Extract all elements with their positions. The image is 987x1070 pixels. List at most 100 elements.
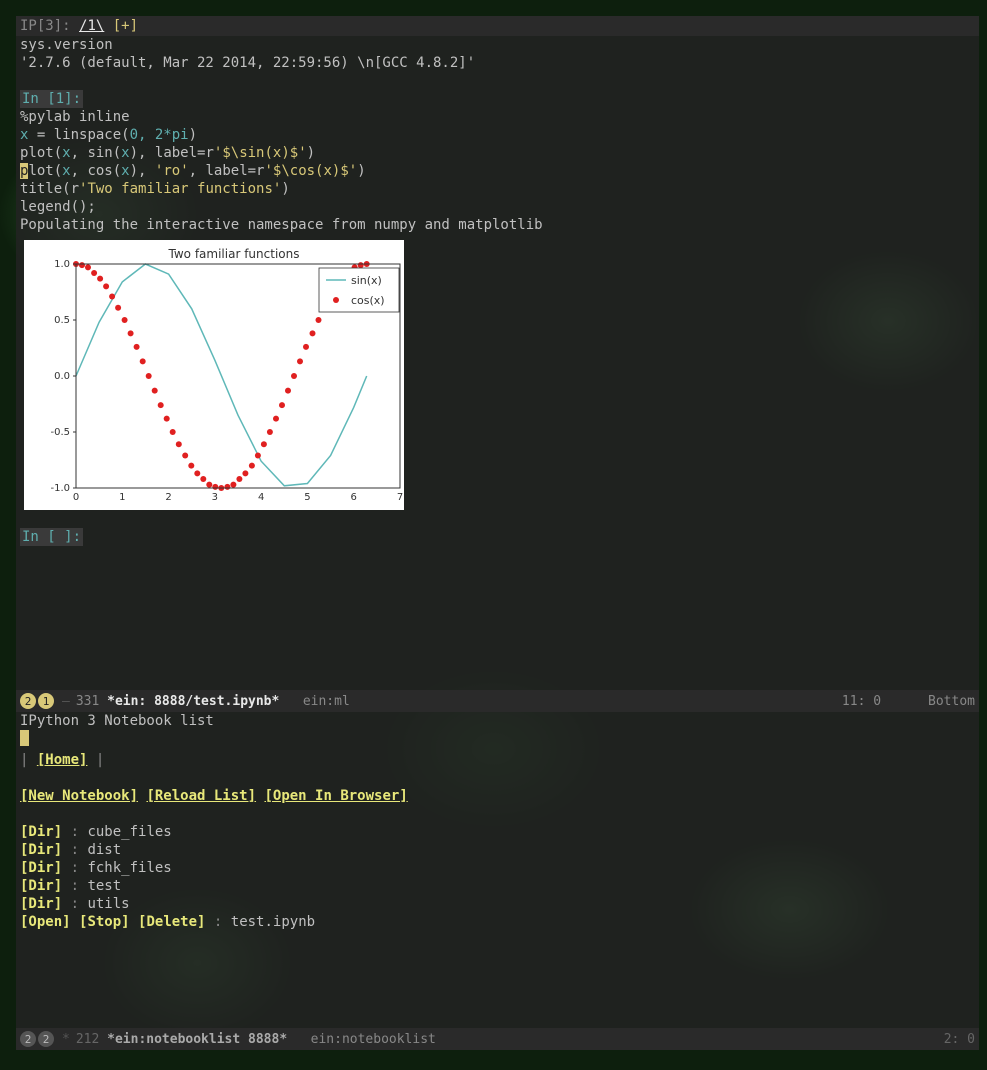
cos-point (97, 276, 103, 282)
cos-point (176, 441, 182, 447)
cos-point (249, 463, 255, 469)
x-tick: 0 (73, 492, 79, 503)
x-tick: 3 (212, 492, 218, 503)
cell1-code-l4[interactable]: plot(x, cos(x), 'ro', label=r'$\cos(x)$'… (20, 162, 975, 180)
cos-point (85, 264, 91, 270)
nblist-dir-row[interactable]: [Dir] : fchk_files (20, 859, 975, 877)
nblist-file-open[interactable]: [Open] (20, 914, 71, 930)
nblist-dir-name: cube_files (87, 824, 171, 840)
cos-point (188, 463, 194, 469)
cos-point (285, 388, 291, 394)
cos-point (255, 453, 261, 459)
worksheet-add-tab[interactable]: [+] (113, 18, 138, 34)
cell1-code-l2[interactable]: x = linspace(0, 2*pi) (20, 126, 975, 144)
cos-point (164, 416, 170, 422)
modeline-bottom: 2 2 * 212 *ein:notebooklist 8888* ein:no… (16, 1028, 979, 1050)
nblist-dir-name: fchk_files (87, 860, 171, 876)
cos-point (140, 358, 146, 364)
nblist-dir-label[interactable]: [Dir] (20, 860, 62, 876)
nblist-file-delete[interactable]: [Delete] (138, 914, 205, 930)
nblist-dir-row[interactable]: [Dir] : dist (20, 841, 975, 859)
cos-point (267, 429, 273, 435)
x-tick: 1 (119, 492, 125, 503)
modeline2-pos: 2: 0 (944, 1032, 975, 1047)
y-tick: -1.0 (50, 483, 70, 494)
cos-point (158, 402, 164, 408)
cos-point (242, 470, 248, 476)
nblist-dir-name: utils (87, 896, 129, 912)
cos-point (152, 388, 158, 394)
x-tick: 6 (351, 492, 357, 503)
modeline-buffer: *ein: 8888/test.ipynb* (107, 694, 279, 709)
cell1-code-l5[interactable]: title(r'Two familiar functions') (20, 180, 975, 198)
cos-point (273, 416, 279, 422)
cos-point (224, 484, 230, 490)
nblist-dir-row[interactable]: [Dir] : cube_files (20, 823, 975, 841)
cos-point (236, 476, 242, 482)
worksheet-tab-active[interactable]: /1\ (79, 18, 104, 34)
worksheet-tabs: IP[3]: /1\ [+] (16, 16, 979, 36)
cos-point (303, 344, 309, 350)
cos-point (279, 402, 285, 408)
cell1-code-l1[interactable]: %pylab inline (20, 108, 975, 126)
nblist-dir-label[interactable]: [Dir] (20, 896, 62, 912)
chart-output: Two familiar functions 01234567 -1.0-0.5… (24, 240, 404, 510)
nblist-dir-label[interactable]: [Dir] (20, 878, 62, 894)
cos-point (261, 441, 267, 447)
cos-point (200, 476, 206, 482)
cos-point (358, 262, 364, 268)
nblist-dir-name: dist (87, 842, 121, 858)
modeline-scroll: Bottom (928, 694, 975, 709)
nblist-dir-row[interactable]: [Dir] : utils (20, 895, 975, 913)
cell1-prompt: In [1]: (20, 90, 83, 108)
cos-point (291, 373, 297, 379)
cell2-prompt[interactable]: In [ ]: (20, 528, 83, 546)
modeline2-badge2: 2 (38, 1031, 54, 1047)
nblist-reload[interactable]: [Reload List] (146, 788, 256, 804)
modeline-line-no: 331 (76, 694, 99, 709)
legend-sin: sin(x) (351, 274, 382, 287)
modeline-badge1: 2 (20, 693, 36, 709)
nblist-browser[interactable]: [Open In Browser] (264, 788, 407, 804)
chart-title: Two familiar functions (168, 247, 300, 261)
notebook-list-pane[interactable]: IPython 3 Notebook list | [Home] | [New … (16, 712, 979, 1028)
modeline-top: 2 1 — 331 *ein: 8888/test.ipynb* ein:ml … (16, 690, 979, 712)
modeline2-line-no: 212 (76, 1032, 99, 1047)
cos-point (206, 482, 212, 488)
cos-point (194, 470, 200, 476)
cos-point (79, 262, 85, 268)
nblist-dir-row[interactable]: [Dir] : test (20, 877, 975, 895)
nblist-file-name: test.ipynb (231, 914, 315, 930)
nblist-file-stop[interactable]: [Stop] (79, 914, 130, 930)
cell1-code-l3[interactable]: plot(x, sin(x), label=r'$\sin(x)$') (20, 144, 975, 162)
cos-point (109, 294, 115, 300)
modeline-badge2: 1 (38, 693, 54, 709)
cell0-output-line1: sys.version (20, 36, 975, 54)
modeline-mode: ein:ml (303, 694, 350, 709)
legend-cos: cos(x) (351, 294, 385, 307)
chart-legend: sin(x) cos(x) (319, 268, 399, 312)
modeline2-badge1: 2 (20, 1031, 36, 1047)
y-tick: 0.0 (54, 371, 70, 382)
nblist-home[interactable]: [Home] (37, 752, 88, 768)
nblist-heading: IPython 3 Notebook list (20, 712, 975, 730)
cell1-code-l6[interactable]: legend(); (20, 198, 975, 216)
worksheet-prefix: IP[3]: (20, 18, 79, 34)
cell0-output-line2: '2.7.6 (default, Mar 22 2014, 22:59:56) … (20, 54, 975, 72)
nblist-dir-label[interactable]: [Dir] (20, 824, 62, 840)
cos-point (182, 453, 188, 459)
nblist-dir-name: test (87, 878, 121, 894)
cos-point (212, 484, 218, 490)
cos-point (115, 305, 121, 311)
nblist-dir-label[interactable]: [Dir] (20, 842, 62, 858)
x-tick: 4 (258, 492, 264, 503)
y-tick: 1.0 (54, 259, 70, 270)
cos-point (134, 344, 140, 350)
cos-point (122, 317, 128, 323)
cos-point (103, 283, 109, 289)
nblist-new[interactable]: [New Notebook] (20, 788, 138, 804)
code-area[interactable]: sys.version '2.7.6 (default, Mar 22 2014… (16, 36, 979, 564)
modeline2-mode: ein:notebooklist (311, 1032, 436, 1047)
notebook-pane[interactable]: IP[3]: /1\ [+] sys.version '2.7.6 (defau… (16, 16, 979, 690)
cos-point (146, 373, 152, 379)
